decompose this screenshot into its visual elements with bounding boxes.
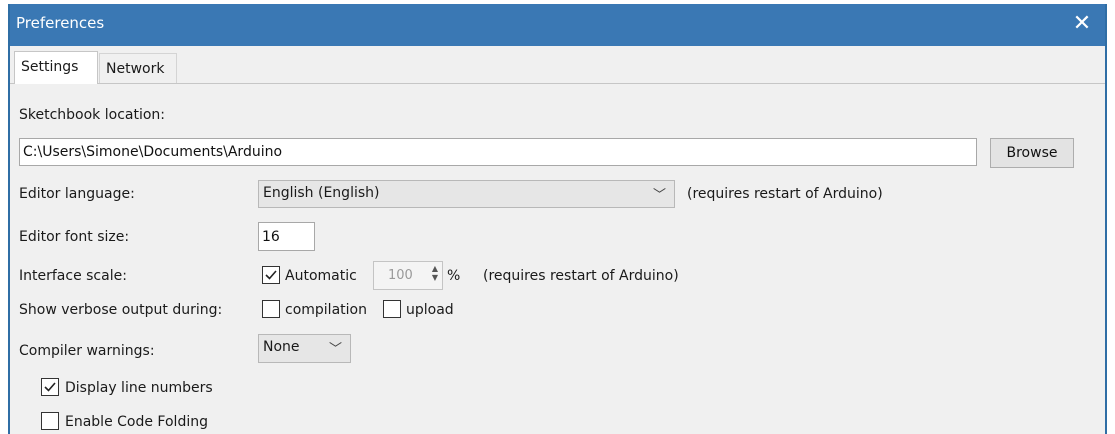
upload-label: upload (406, 302, 454, 318)
checkmark-icon (44, 382, 56, 392)
settings-panel: Sketchbook location: Browse Editor langu… (10, 83, 1105, 434)
chevron-down-icon: ﹀ (328, 342, 342, 357)
editor-language-select[interactable]: English (English) ﹀ (258, 180, 675, 208)
verbose-output-label: Show verbose output during: (19, 302, 223, 318)
compiler-warnings-value: None (263, 339, 300, 355)
spin-arrows-icon[interactable]: ▲ ▼ (432, 264, 438, 282)
code-folding-checkbox[interactable] (41, 412, 59, 430)
sketchbook-location-input[interactable] (19, 138, 977, 166)
automatic-scale-label: Automatic (285, 268, 357, 284)
interface-scale-label: Interface scale: (19, 268, 127, 284)
tab-network[interactable]: Network (99, 53, 177, 83)
display-line-numbers-label: Display line numbers (65, 380, 213, 396)
compiler-warnings-label: Compiler warnings: (19, 343, 155, 359)
code-folding-label: Enable Code Folding (65, 414, 208, 430)
automatic-scale-checkbox[interactable] (262, 266, 280, 284)
title-bar[interactable]: Preferences ✕ (10, 4, 1105, 46)
interface-scale-unit: % (447, 268, 461, 284)
compiler-warnings-select[interactable]: None ﹀ (258, 334, 351, 363)
interface-scale-spinner[interactable]: 100 ▲ ▼ (373, 261, 443, 290)
close-icon: ✕ (1072, 11, 1092, 36)
checkmark-icon (265, 270, 277, 280)
browse-button[interactable]: Browse (990, 138, 1074, 168)
editor-language-value: English (English) (263, 185, 380, 201)
tab-settings[interactable]: Settings (14, 51, 98, 84)
chevron-down-icon: ﹀ (652, 188, 666, 203)
editor-language-restart-note: (requires restart of Arduino) (687, 186, 883, 202)
editor-language-label: Editor language: (19, 186, 135, 202)
interface-scale-value: 100 (388, 268, 413, 283)
window-title: Preferences (16, 14, 105, 32)
interface-scale-restart-note: (requires restart of Arduino) (483, 268, 679, 284)
compilation-checkbox[interactable] (262, 300, 280, 318)
tab-strip: Settings Network (10, 46, 1105, 84)
display-line-numbers-checkbox[interactable] (41, 378, 59, 396)
preferences-window: Preferences ✕ Settings Network Sketchboo… (8, 4, 1107, 434)
editor-font-size-label: Editor font size: (19, 229, 130, 245)
compilation-label: compilation (285, 302, 367, 318)
editor-font-size-input[interactable] (258, 222, 315, 251)
close-button[interactable]: ✕ (1059, 4, 1105, 46)
sketchbook-location-label: Sketchbook location: (19, 107, 166, 123)
upload-checkbox[interactable] (383, 300, 401, 318)
